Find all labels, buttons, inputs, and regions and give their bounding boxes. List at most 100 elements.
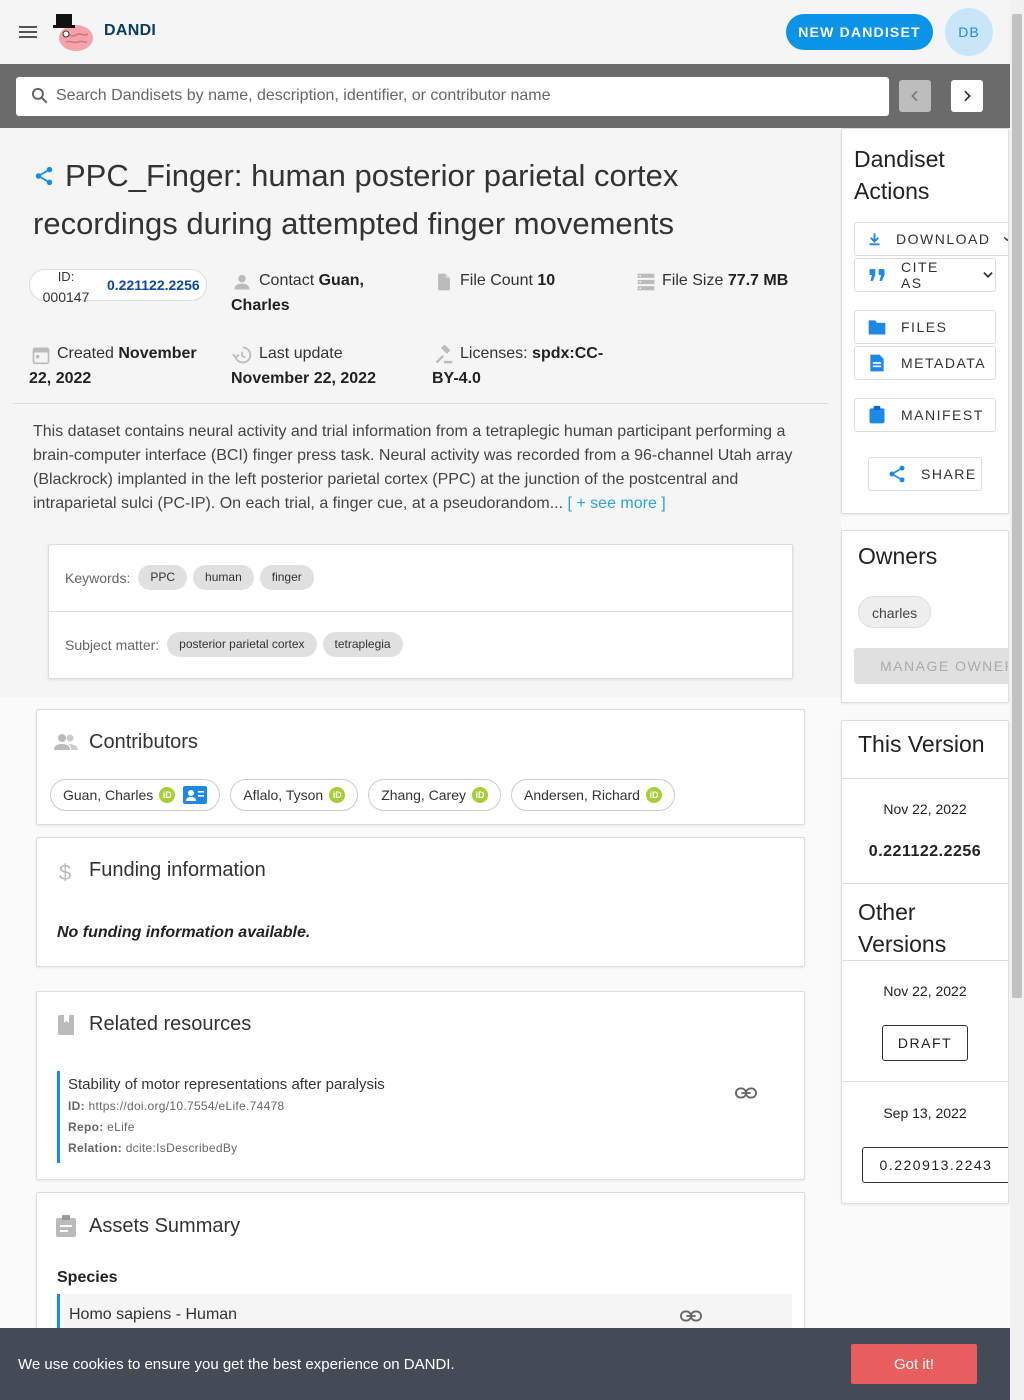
file-size: File Size 77.7 MB [662, 268, 788, 293]
divider [842, 1081, 1008, 1082]
previous-page-button[interactable] [899, 80, 931, 112]
resource-id: ID: https://doi.org/10.7554/eLife.74478 [68, 1099, 285, 1113]
metadata-button[interactable]: METADATA [854, 346, 996, 380]
keyword-chip: human [193, 565, 254, 590]
contributor-chip[interactable]: Zhang, Carey iD [368, 779, 502, 811]
link-icon[interactable] [680, 1308, 702, 1324]
brand-name[interactable]: DANDI [104, 22, 156, 40]
subject-chip: tetraplegia [322, 632, 403, 657]
resource-relation-label: Relation: [68, 1141, 123, 1155]
resource-relation: Relation: dcite:IsDescribedBy [68, 1141, 237, 1155]
download-button[interactable]: DOWNLOAD [854, 222, 1008, 256]
cookie-accept-button[interactable]: Got it! [851, 1344, 977, 1384]
description-text: This dataset contains neural activity an… [33, 423, 793, 512]
species-name[interactable]: Homo sapiens - Human [69, 1306, 237, 1324]
scrollbar-thumb[interactable] [1012, 14, 1022, 998]
draft-version-date: Nov 22, 2022 [883, 983, 967, 999]
cookie-message: We use cookies to ensure you get the bes… [18, 1356, 455, 1373]
search-icon [30, 86, 50, 106]
search-input[interactable] [56, 81, 876, 111]
id-value: 000147 [42, 289, 90, 305]
contributor-chip[interactable]: Aflalo, Tyson iD [230, 779, 359, 811]
related-title: Related resources [89, 1013, 252, 1035]
contributor-name: Guan, Charles [63, 787, 154, 803]
book-icon [58, 1015, 74, 1035]
chevron-left-icon [911, 90, 918, 102]
id-label: ID: [57, 269, 75, 284]
storage-icon [636, 272, 656, 292]
dandiset-description: This dataset contains neural activity an… [33, 420, 803, 516]
see-more-link[interactable]: [ + see more ] [567, 495, 665, 512]
files-button[interactable]: FILES [854, 310, 996, 344]
draft-version-button[interactable]: DRAFT [882, 1025, 968, 1061]
dandiset-title: PPC_Finger: human posterior parietal cor… [33, 158, 679, 241]
contributor-list: Guan, Charles iD Aflalo, Tyson iD Zhang,… [50, 779, 675, 811]
this-version-number[interactable]: 0.221122.2256 [842, 843, 1008, 861]
file-icon [434, 272, 454, 292]
manage-owners-button[interactable]: MANAGE OWNERS [854, 648, 1008, 684]
resource-repo-label: Repo: [68, 1120, 104, 1134]
cite-as-button[interactable]: CITE AS [854, 258, 996, 292]
versions-panel: This Version Nov 22, 2022 0.221122.2256 … [841, 720, 1009, 1204]
contributor-name: Andersen, Richard [524, 787, 640, 803]
files-label: FILES [901, 319, 948, 335]
owners-title: Owners [858, 543, 938, 569]
cite-label: CITE AS [900, 259, 939, 291]
this-version-title: This Version [858, 731, 985, 757]
download-label: DOWNLOAD [896, 231, 991, 247]
updated-label: Last update [259, 345, 343, 362]
orcid-icon[interactable]: iD [329, 787, 346, 803]
species-label: Species [57, 1269, 118, 1286]
metadata-label: METADATA [901, 355, 987, 371]
people-icon [54, 732, 78, 752]
user-avatar[interactable]: DB [945, 8, 993, 56]
subject-label: Subject matter: [65, 636, 160, 653]
quote-icon [869, 269, 885, 281]
chevron-right-icon [964, 90, 971, 102]
share-label: SHARE [921, 466, 977, 482]
this-version-date: Nov 22, 2022 [883, 801, 967, 817]
contributor-chip[interactable]: Andersen, Richard iD [511, 779, 675, 811]
version-chip[interactable]: 0.221122.2256 [107, 277, 200, 293]
dandi-logo[interactable] [52, 10, 96, 54]
next-page-button[interactable] [951, 80, 983, 112]
orcid-icon[interactable]: iD [472, 787, 489, 803]
actions-title: Dandiset Actions [854, 146, 945, 204]
subject-chip: posterior parietal cortex [167, 632, 317, 657]
resource-relation-value: dcite:IsDescribedBy [125, 1141, 238, 1155]
file-size-label: File Size [662, 272, 724, 289]
link-icon[interactable] [735, 1085, 757, 1101]
owner-chip: charles [858, 596, 932, 628]
keywords-card: Keywords: PPC human finger Subject matte… [48, 544, 793, 679]
new-dandiset-button[interactable]: NEW DANDISET [786, 14, 933, 50]
old-version-date: Sep 13, 2022 [883, 1105, 967, 1121]
contributors-card: Contributors Guan, Charles iD Aflalo, Ty… [36, 709, 805, 825]
contributor-name: Aflalo, Tyson [243, 787, 324, 803]
divider [842, 778, 1008, 779]
manifest-button[interactable]: MANIFEST [854, 398, 996, 432]
share-button[interactable]: SHARE [868, 457, 982, 491]
file-count: File Count 10 [460, 268, 555, 293]
subject-row: Subject matter: posterior parietal corte… [65, 632, 409, 657]
menu-icon[interactable] [16, 20, 40, 44]
created-label: Created [57, 345, 114, 362]
contributor-chip[interactable]: Guan, Charles iD [50, 779, 221, 811]
orcid-icon[interactable]: iD [645, 787, 662, 803]
contact-card-icon[interactable] [183, 786, 208, 804]
last-update: Last update November 22, 2022 [231, 341, 411, 391]
clipboard-icon [869, 405, 885, 424]
file-count-label: File Count [460, 272, 533, 289]
funding-empty: No funding information available. [57, 924, 311, 941]
contact-label: Contact [259, 272, 315, 289]
document-icon [870, 354, 884, 372]
resource-title[interactable]: Stability of motor representations after… [68, 1076, 385, 1093]
chevron-down-icon [983, 272, 993, 278]
keywords-row: Keywords: PPC human finger [65, 565, 320, 590]
divider [49, 611, 792, 612]
dandiset-id: ID: 000147 [42, 267, 90, 307]
funding-card: $ Funding information No funding informa… [36, 837, 805, 967]
assets-summary-card: Assets Summary Species Homo sapiens - Hu… [36, 1192, 805, 1342]
contributor-name: Zhang, Carey [381, 787, 467, 803]
old-version-button[interactable]: 0.220913.2243 [862, 1147, 1008, 1183]
orcid-icon[interactable]: iD [159, 787, 176, 803]
